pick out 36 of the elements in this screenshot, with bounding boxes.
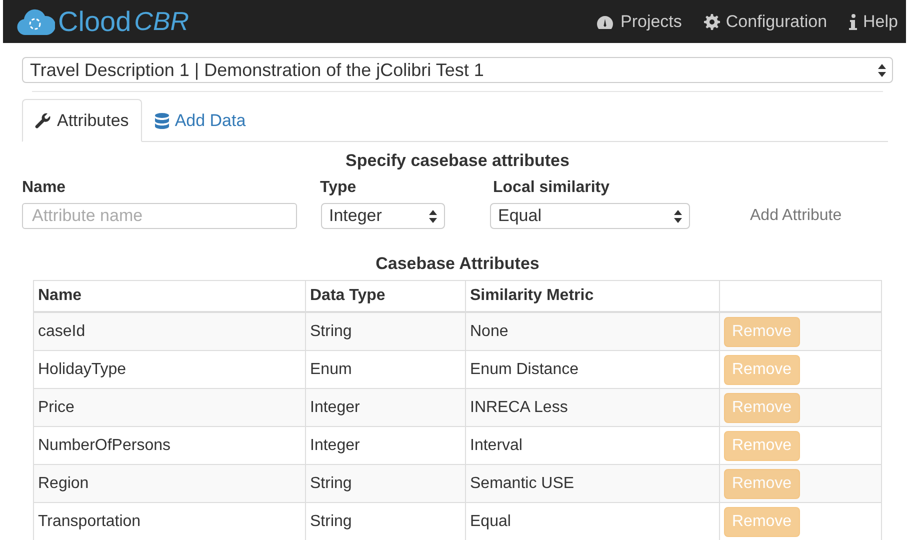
select-arrows-icon <box>674 210 682 222</box>
info-icon <box>849 14 858 30</box>
select-arrows-icon <box>878 64 886 76</box>
field-label: Local similarity <box>493 179 610 197</box>
input-field[interactable]: Attribute name <box>22 203 297 229</box>
table-cell: INRECA Less <box>466 388 720 426</box>
table-cell: Region <box>34 464 306 502</box>
select-arrows-icon <box>429 210 437 222</box>
table-cell: Price <box>34 388 306 426</box>
table-cell: caseId <box>34 312 306 350</box>
table-heading: Casebase Attributes <box>374 254 540 274</box>
similarity-select[interactable]: Equal <box>490 203 690 229</box>
settings-icon <box>704 14 720 30</box>
brand-name: Clood <box>58 6 132 38</box>
table-cell: Integer <box>306 388 466 426</box>
cloud-icon <box>17 8 55 34</box>
table-cell: String <box>306 312 466 350</box>
nav-link[interactable]: Projects <box>596 12 682 32</box>
form-heading: Specify casebase attributes <box>344 151 570 171</box>
dashboard-icon <box>596 14 614 30</box>
tab[interactable]: Attributes <box>22 99 142 142</box>
table-cell: Transportation <box>34 502 306 540</box>
tab[interactable]: Add Data <box>142 99 259 142</box>
nav-link[interactable]: Help <box>849 12 898 32</box>
brand-logo[interactable]: Clood CBR <box>17 6 190 38</box>
field-label: Name <box>22 179 67 197</box>
brand-suffix: CBR <box>134 6 190 37</box>
table-cell: String <box>306 464 466 502</box>
project-select[interactable]: Travel Description 1 | Demonstration of the jColibri Test 1 <box>22 57 893 83</box>
database-icon <box>154 112 169 128</box>
field-label: Type <box>320 179 358 197</box>
table-cell: Semantic USE <box>466 464 720 502</box>
table-cell: None <box>466 312 720 350</box>
type-select[interactable]: Integer <box>321 203 445 229</box>
nav-link[interactable]: Configuration <box>704 12 828 32</box>
wrench-icon <box>35 112 51 128</box>
